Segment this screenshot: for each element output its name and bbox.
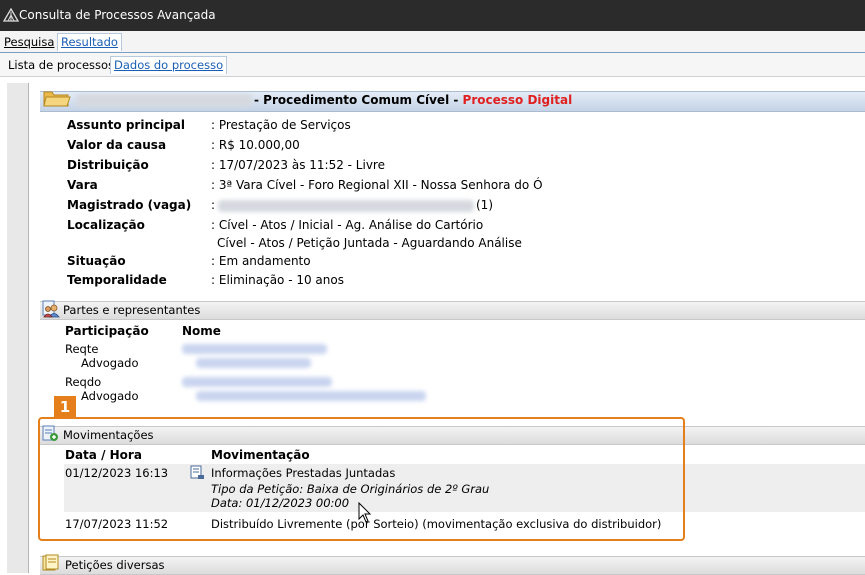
lawyer-name-redacted-2	[196, 391, 426, 401]
field-value-assunto: : Prestação de Serviços	[211, 118, 351, 132]
field-value-magistrado: :	[211, 198, 216, 212]
field-value-distribuicao: : 17/07/2023 às 11:52 - Livre	[211, 158, 385, 172]
field-label-temporalidade: Temporalidade	[67, 273, 167, 287]
parties-section-title: Partes e representantes	[63, 303, 201, 317]
tab-pesquisa[interactable]: Pesquisa	[4, 35, 54, 49]
lawyer-name-redacted	[196, 358, 311, 368]
menu-bar: Pesquisa Resultado	[0, 31, 865, 53]
field-value-localizacao-2: Cível - Atos / Petição Juntada - Aguarda…	[217, 236, 522, 250]
window-title: Consulta de Processos Avançada	[19, 8, 216, 22]
col-participacao: Participação	[65, 324, 149, 338]
people-icon	[42, 300, 60, 318]
party-name-redacted	[182, 344, 327, 354]
field-label-localizacao: Localização	[67, 218, 145, 232]
app-logo-icon	[3, 8, 19, 22]
party-role-reqte: Reqte	[65, 342, 99, 356]
left-frame	[7, 83, 29, 573]
subtab-dados-processo[interactable]: Dados do processo	[110, 56, 228, 74]
field-value-temporalidade: : Eliminação - 10 anos	[211, 273, 344, 287]
folder-icon	[43, 91, 71, 107]
process-number-redacted	[76, 94, 252, 107]
tab-resultado[interactable]: Resultado	[57, 33, 122, 51]
party-sub-reqte: Advogado	[81, 356, 139, 370]
annotation-badge: 1	[54, 396, 76, 418]
field-label-magistrado: Magistrado (vaga)	[67, 198, 192, 212]
field-value-magistrado-suffix: (1)	[476, 198, 493, 212]
subtab-lista-processos[interactable]: Lista de processos	[8, 58, 114, 72]
petitions-section-title: Petições diversas	[65, 558, 165, 572]
subtab-bar: Lista de processos Dados do processo	[0, 53, 865, 77]
process-class: - Procedimento Comum Cível -	[254, 93, 459, 107]
field-label-valor: Valor da causa	[67, 138, 167, 152]
party-sub-reqdo: Advogado	[81, 389, 139, 403]
window-titlebar: Consulta de Processos Avançada	[0, 0, 865, 31]
col-nome: Nome	[182, 324, 221, 338]
field-value-localizacao: : Cível - Atos / Inicial - Ag. Análise d…	[211, 218, 484, 232]
party-role-reqdo: Reqdo	[65, 375, 102, 389]
petitions-icon	[42, 554, 59, 571]
field-label-distribuicao: Distribuição	[67, 158, 149, 172]
magistrado-name-redacted	[218, 200, 474, 212]
process-digital-label: Processo Digital	[462, 93, 573, 107]
process-title: - Procedimento Comum Cível - Processo Di…	[254, 93, 572, 107]
field-label-assunto: Assunto principal	[67, 118, 186, 132]
party-name-redacted-2	[182, 377, 332, 387]
field-value-vara: : 3ª Vara Cível - Foro Regional XII - No…	[211, 178, 543, 192]
field-value-valor: : R$ 10.000,00	[211, 138, 300, 152]
field-label-vara: Vara	[67, 178, 98, 192]
mouse-cursor-icon	[358, 502, 372, 523]
field-value-situacao: : Em andamento	[211, 254, 311, 268]
field-label-situacao: Situação	[67, 254, 126, 268]
